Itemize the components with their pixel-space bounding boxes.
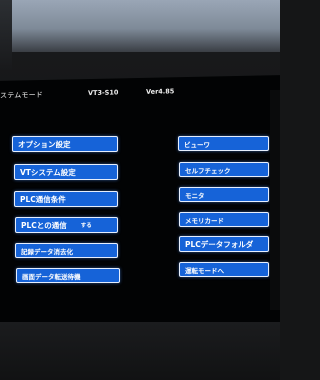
- background-frame: [0, 0, 12, 70]
- mode-title: ステムモード: [0, 91, 43, 100]
- memory-card-button[interactable]: メモリカード: [179, 212, 269, 227]
- self-check-button[interactable]: セルフチェック: [179, 162, 269, 177]
- device-bottom-bezel: [0, 322, 280, 380]
- model-label: VT3-S10: [88, 88, 119, 98]
- option-settings-button[interactable]: オプション設定: [12, 136, 118, 152]
- vt-system-settings-button[interactable]: VTシステム設定: [14, 164, 118, 180]
- background-wall: [0, 0, 280, 52]
- plc-data-folder-button[interactable]: PLCデータフォルダ: [179, 236, 269, 252]
- plc-communication-state: する: [80, 223, 92, 229]
- run-mode-button[interactable]: 運転モードへ: [179, 262, 269, 277]
- viewer-button[interactable]: ビューワ: [178, 136, 269, 151]
- monitor-button[interactable]: モニタ: [179, 187, 269, 202]
- plc-comm-conditions-button[interactable]: PLC通信条件: [14, 191, 118, 207]
- screen-data-transfer-button[interactable]: 画面データ転送待機: [16, 268, 120, 283]
- screen-right-edge: [270, 90, 280, 310]
- clear-log-data-button[interactable]: 記録データ消去化: [15, 243, 118, 258]
- plc-communication-button[interactable]: PLCとの通信 する: [15, 217, 118, 233]
- version-label: Ver4.85: [146, 87, 175, 96]
- plc-communication-label: PLCとの通信: [21, 220, 67, 230]
